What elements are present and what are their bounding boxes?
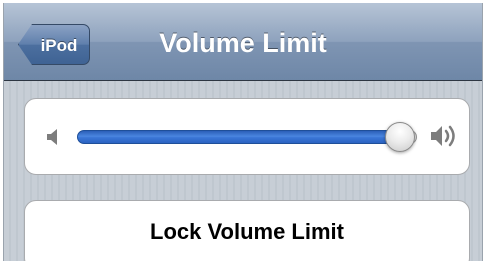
slider-fill — [77, 130, 400, 144]
lock-volume-limit-label: Lock Volume Limit — [150, 219, 344, 244]
screen: iPod Volume Limit Lock Volume Limit — [3, 3, 483, 261]
navigation-bar: iPod Volume Limit — [4, 3, 482, 81]
volume-slider[interactable] — [77, 122, 417, 152]
volume-slider-cell — [24, 98, 470, 175]
back-button[interactable]: iPod — [18, 24, 90, 65]
speaker-low-icon — [47, 129, 57, 145]
page-title: Volume Limit — [159, 28, 327, 58]
slider-thumb[interactable] — [385, 122, 415, 152]
lock-volume-limit-button[interactable]: Lock Volume Limit — [24, 200, 470, 261]
speaker-high-icon — [431, 125, 455, 147]
